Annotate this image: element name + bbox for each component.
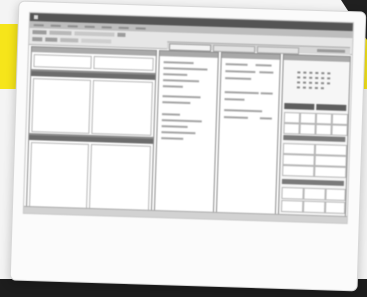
bottom-left-panel xyxy=(25,133,155,215)
text-line xyxy=(161,113,181,116)
text-line xyxy=(162,85,183,88)
status-label xyxy=(317,49,346,53)
panel-header xyxy=(221,53,280,60)
text-line xyxy=(161,137,184,140)
main-content xyxy=(25,46,351,221)
menu-item[interactable] xyxy=(135,26,146,30)
menu-item[interactable] xyxy=(50,24,61,27)
grid-cell[interactable] xyxy=(280,199,304,213)
toolbar-row xyxy=(32,37,112,44)
text-line xyxy=(162,95,201,98)
text-line xyxy=(163,79,200,82)
grid-cell[interactable] xyxy=(314,165,347,178)
section-header xyxy=(283,134,346,142)
grid-cell[interactable] xyxy=(324,201,346,214)
toolbar-field[interactable] xyxy=(32,30,47,35)
text-line xyxy=(225,63,248,66)
text-line xyxy=(259,71,274,74)
section-header xyxy=(284,103,315,110)
grid-cell[interactable] xyxy=(331,113,349,126)
menu-item[interactable] xyxy=(67,24,78,27)
panel-header xyxy=(159,51,218,58)
mini-calendar[interactable] xyxy=(296,71,338,98)
grid-cell[interactable] xyxy=(282,164,315,177)
app-icon xyxy=(33,15,39,20)
list-box[interactable] xyxy=(28,142,90,211)
right-sidebar xyxy=(277,53,351,221)
list-box[interactable] xyxy=(88,143,151,213)
list-box[interactable] xyxy=(91,79,153,136)
text-line xyxy=(224,109,263,112)
text-line xyxy=(255,64,272,67)
grid-cell[interactable] xyxy=(299,112,317,125)
text-line xyxy=(225,70,256,73)
text-line xyxy=(163,61,194,64)
application-window xyxy=(22,11,354,225)
grid-cell[interactable] xyxy=(325,188,346,201)
text-line xyxy=(223,116,248,119)
toolbar-row xyxy=(32,30,126,37)
photo-scene xyxy=(0,0,367,297)
text-line xyxy=(163,73,188,76)
printed-screenshot-card xyxy=(9,0,367,292)
section-header xyxy=(281,178,344,186)
panel-header xyxy=(283,54,350,63)
text-line xyxy=(163,67,208,71)
center-text-panel xyxy=(153,50,219,214)
toolbar-button[interactable] xyxy=(117,32,126,37)
text-line xyxy=(225,77,252,80)
list-box[interactable] xyxy=(31,78,92,134)
toolbar-field[interactable] xyxy=(81,38,112,44)
toolbar-field[interactable] xyxy=(60,37,79,43)
text-line xyxy=(259,117,272,120)
text-line xyxy=(161,131,196,134)
text-line xyxy=(224,91,259,94)
toolbar-field[interactable] xyxy=(74,31,115,37)
toolbar-button[interactable] xyxy=(32,37,43,42)
text-line xyxy=(161,119,202,122)
grid-cell[interactable] xyxy=(315,113,333,125)
grid-cell[interactable] xyxy=(302,200,326,214)
grid-cell[interactable] xyxy=(303,187,326,201)
grid-cell[interactable] xyxy=(283,112,301,124)
grid-cell[interactable] xyxy=(299,123,316,135)
grid-cell[interactable] xyxy=(331,124,348,137)
toolbar-button[interactable] xyxy=(45,37,58,42)
field-cell[interactable] xyxy=(93,55,154,71)
menu-item[interactable] xyxy=(101,25,112,29)
menu-item[interactable] xyxy=(33,23,44,26)
menu-item[interactable] xyxy=(84,25,95,28)
grid-cell[interactable] xyxy=(283,122,300,135)
menu-item[interactable] xyxy=(118,26,129,29)
text-line xyxy=(260,92,273,95)
toolbar-field[interactable] xyxy=(49,30,72,36)
field-cell[interactable] xyxy=(33,54,92,69)
section-header xyxy=(316,104,347,111)
text-line xyxy=(161,125,188,128)
middle-left-panel xyxy=(28,70,157,138)
detail-text-panel xyxy=(215,51,281,216)
text-line xyxy=(224,98,245,101)
grid-cell[interactable] xyxy=(315,124,332,136)
text-line xyxy=(162,101,191,104)
grid-cell[interactable] xyxy=(281,186,304,200)
